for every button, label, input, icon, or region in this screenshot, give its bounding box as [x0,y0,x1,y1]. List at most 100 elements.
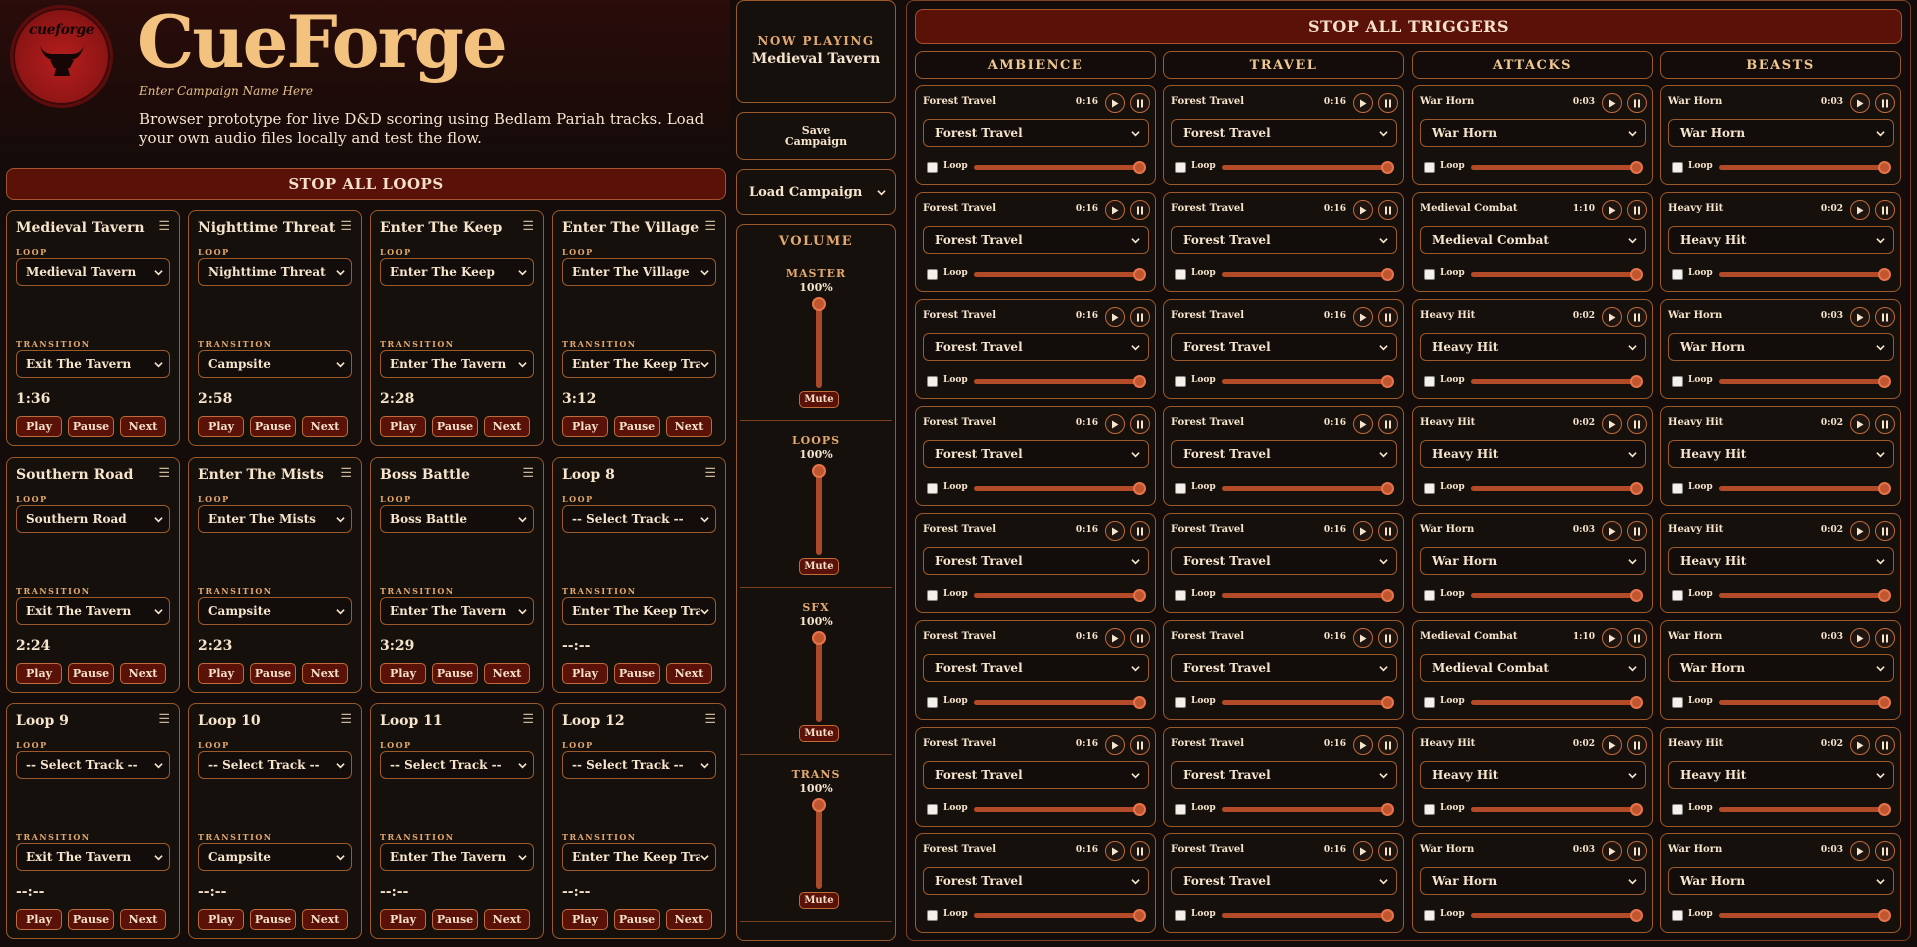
transition-select[interactable]: Enter The Tavern [380,350,534,378]
trigger-volume-thumb[interactable] [1630,161,1643,174]
trigger-pause-button[interactable] [1130,93,1150,113]
volume-slider-thumb[interactable] [812,464,826,478]
loop-track-select[interactable]: -- Select Track -- [380,751,534,779]
menu-icon[interactable]: ☰ [522,466,534,481]
next-button[interactable]: Next [120,909,166,930]
trigger-sound-select[interactable]: Forest Travel [923,440,1149,468]
trigger-sound-select[interactable]: Forest Travel [1171,119,1397,147]
trigger-volume-slider[interactable] [1222,268,1394,281]
trigger-pause-button[interactable] [1875,735,1895,755]
loop-checkbox[interactable] [927,590,938,601]
trigger-play-button[interactable] [1353,93,1373,113]
campaign-name-field[interactable]: Enter Campaign Name Here [139,84,313,98]
trigger-sound-select[interactable]: Heavy Hit [1420,761,1646,789]
trigger-volume-thumb[interactable] [1133,268,1146,281]
loop-checkbox[interactable] [1175,269,1186,280]
next-button[interactable]: Next [666,909,712,930]
mute-button[interactable]: Mute [799,892,839,909]
trigger-sound-select[interactable]: Heavy Hit [1668,226,1894,254]
play-button[interactable]: Play [16,909,62,930]
next-button[interactable]: Next [302,909,348,930]
trigger-volume-slider[interactable] [974,375,1146,388]
trigger-volume-thumb[interactable] [1381,375,1394,388]
loop-checkbox[interactable] [1424,483,1435,494]
mute-button[interactable]: Mute [799,558,839,575]
trigger-volume-slider[interactable] [974,268,1146,281]
next-button[interactable]: Next [120,663,166,684]
trigger-play-button[interactable] [1353,521,1373,541]
trigger-play-button[interactable] [1602,735,1622,755]
trigger-pause-button[interactable] [1378,628,1398,648]
loop-checkbox[interactable] [927,910,938,921]
trigger-sound-select[interactable]: Heavy Hit [1420,333,1646,361]
trigger-pause-button[interactable] [1130,628,1150,648]
trigger-pause-button[interactable] [1378,414,1398,434]
load-campaign-select[interactable]: Load Campaign [736,169,896,215]
trigger-volume-thumb[interactable] [1630,268,1643,281]
loop-checkbox[interactable] [1672,590,1683,601]
trigger-pause-button[interactable] [1130,735,1150,755]
trigger-volume-slider[interactable] [974,589,1146,602]
transition-select[interactable]: Enter The Keep Transition [562,350,716,378]
trigger-volume-slider[interactable] [1719,589,1891,602]
loop-checkbox[interactable] [1424,590,1435,601]
trigger-sound-select[interactable]: Forest Travel [923,867,1149,895]
trigger-volume-thumb[interactable] [1878,696,1891,709]
trigger-volume-thumb[interactable] [1381,268,1394,281]
loop-checkbox[interactable] [1175,483,1186,494]
mute-button[interactable]: Mute [799,725,839,742]
loop-checkbox[interactable] [1424,269,1435,280]
play-button[interactable]: Play [562,416,608,437]
loop-checkbox[interactable] [1672,804,1683,815]
trigger-play-button[interactable] [1850,307,1870,327]
transition-select[interactable]: Campsite [198,350,352,378]
next-button[interactable]: Next [484,663,530,684]
trigger-volume-thumb[interactable] [1878,482,1891,495]
trigger-volume-thumb[interactable] [1878,375,1891,388]
play-button[interactable]: Play [562,909,608,930]
trigger-pause-button[interactable] [1627,414,1647,434]
loop-checkbox[interactable] [1672,269,1683,280]
loop-track-select[interactable]: Boss Battle [380,505,534,533]
pause-button[interactable]: Pause [614,909,660,930]
trigger-volume-slider[interactable] [1222,161,1394,174]
menu-icon[interactable]: ☰ [340,466,352,481]
play-button[interactable]: Play [562,663,608,684]
trigger-volume-thumb[interactable] [1381,589,1394,602]
next-button[interactable]: Next [666,416,712,437]
trigger-volume-slider[interactable] [974,161,1146,174]
loop-checkbox[interactable] [1424,162,1435,173]
loop-checkbox[interactable] [927,483,938,494]
trigger-volume-slider[interactable] [1222,803,1394,816]
trigger-volume-slider[interactable] [974,803,1146,816]
trigger-volume-slider[interactable] [1471,803,1643,816]
trigger-sound-select[interactable]: War Horn [1668,119,1894,147]
trigger-play-button[interactable] [1850,735,1870,755]
trigger-pause-button[interactable] [1627,521,1647,541]
loop-checkbox[interactable] [927,804,938,815]
next-button[interactable]: Next [302,663,348,684]
transition-select[interactable]: Enter The Tavern [380,843,534,871]
trigger-play-button[interactable] [1105,841,1125,861]
trigger-play-button[interactable] [1353,841,1373,861]
trigger-volume-slider[interactable] [1719,909,1891,922]
trigger-sound-select[interactable]: War Horn [1420,867,1646,895]
pause-button[interactable]: Pause [614,416,660,437]
trigger-sound-select[interactable]: Medieval Combat [1420,654,1646,682]
trigger-volume-thumb[interactable] [1878,589,1891,602]
trigger-pause-button[interactable] [1130,414,1150,434]
loop-checkbox[interactable] [927,376,938,387]
transition-select[interactable]: Exit The Tavern [16,843,170,871]
pause-button[interactable]: Pause [68,416,114,437]
play-button[interactable]: Play [16,416,62,437]
menu-icon[interactable]: ☰ [704,466,716,481]
next-button[interactable]: Next [666,663,712,684]
trigger-pause-button[interactable] [1378,735,1398,755]
menu-icon[interactable]: ☰ [522,712,534,727]
trigger-volume-slider[interactable] [974,909,1146,922]
trigger-volume-slider[interactable] [1471,696,1643,709]
play-button[interactable]: Play [380,909,426,930]
volume-slider-thumb[interactable] [812,798,826,812]
stop-all-loops-button[interactable]: STOP ALL LOOPS [6,168,726,200]
loop-checkbox[interactable] [1424,910,1435,921]
